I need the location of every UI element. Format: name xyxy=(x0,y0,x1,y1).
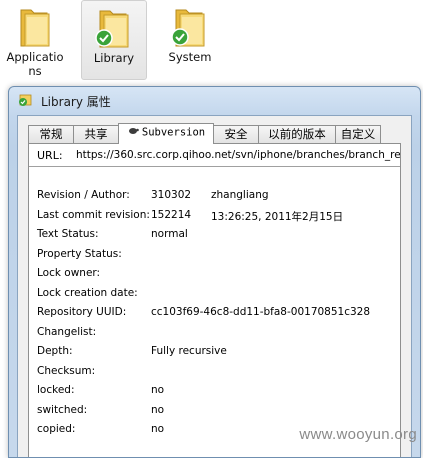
window-title: Library 属性 xyxy=(41,95,111,109)
tab-security[interactable]: 安全 xyxy=(213,125,259,143)
property-label: locked: xyxy=(37,384,75,396)
property-value-secondary: 13:26:25, 2011年2月15日 xyxy=(211,210,344,223)
tab-customize[interactable]: 自定义 xyxy=(335,125,381,143)
property-label: Checksum: xyxy=(37,364,96,377)
desktop-item-applications[interactable]: Applications xyxy=(3,0,67,78)
desktop-item-library[interactable]: Library xyxy=(81,0,147,80)
desktop-item-label: System xyxy=(168,50,212,64)
url-row: URL: https://360.src.corp.qihoo.net/svn/… xyxy=(37,149,400,165)
property-label: Changelist: xyxy=(37,325,97,338)
properties-window: Library 属性 常规 共享 Subversion 安全 以前的版本 自定义… xyxy=(8,86,421,458)
url-label: URL: xyxy=(37,149,63,162)
property-label: Repository UUID: xyxy=(37,306,127,318)
property-value: no xyxy=(151,423,165,435)
property-value: no xyxy=(151,384,165,396)
property-value: 310302 xyxy=(151,189,192,201)
turtle-icon xyxy=(127,124,139,141)
subversion-panel: URL: https://360.src.corp.qihoo.net/svn/… xyxy=(28,143,401,457)
property-label: copied: xyxy=(37,423,76,435)
folder-synced-icon xyxy=(171,9,205,47)
property-label: Text Status: xyxy=(37,228,99,240)
property-value: Fully recursive xyxy=(151,345,227,357)
property-label: Lock creation date: xyxy=(37,286,138,299)
tab-sharing[interactable]: 共享 xyxy=(73,125,119,143)
property-label: Lock owner: xyxy=(37,267,101,279)
desktop-item-label: Applications xyxy=(6,50,64,78)
property-label: Property Status: xyxy=(37,247,122,260)
property-value: normal xyxy=(151,228,188,240)
folder-synced-icon xyxy=(95,10,129,48)
tab-previous-versions[interactable]: 以前的版本 xyxy=(258,125,336,143)
folder-icon xyxy=(20,9,50,47)
property-label: Depth: xyxy=(37,345,73,357)
desktop-item-system[interactable]: System xyxy=(158,0,222,78)
property-value: 152214 xyxy=(151,208,192,221)
property-label: Last commit revision: xyxy=(37,208,150,221)
property-value: cc103f69-46c8-dd11-bfa8-00170851c328 xyxy=(151,306,371,318)
folder-synced-icon xyxy=(19,94,32,106)
url-value[interactable]: https://360.src.corp.qihoo.net/svn/iphon… xyxy=(76,149,400,161)
divider xyxy=(29,166,400,167)
tab-subversion-label: Subversion xyxy=(141,126,206,139)
tab-general[interactable]: 常规 xyxy=(28,125,74,143)
title-bar[interactable]: Library 属性 xyxy=(9,87,420,113)
property-label: Revision / Author: xyxy=(37,189,130,201)
dialog-body: 常规 共享 Subversion 安全 以前的版本 自定义 URL: https… xyxy=(17,115,412,457)
property-value-secondary: zhangliang xyxy=(211,189,269,201)
tab-subversion[interactable]: Subversion xyxy=(118,123,214,144)
watermark: www.wooyun.org xyxy=(299,426,417,443)
desktop-item-label: Library xyxy=(93,51,135,65)
property-label: switched: xyxy=(37,403,88,416)
property-value: no xyxy=(151,403,165,416)
